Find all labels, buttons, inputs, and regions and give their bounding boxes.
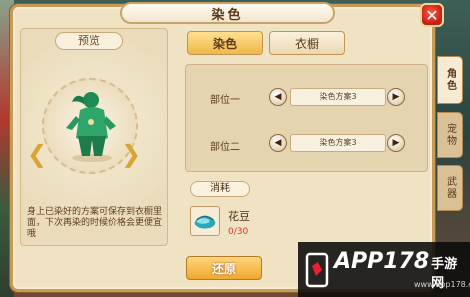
- window-title: 染色: [211, 7, 244, 23]
- item-count: 0/30: [228, 227, 249, 237]
- item-slot[interactable]: [190, 206, 220, 236]
- part-2-prev-button[interactable]: ◀: [269, 134, 287, 152]
- close-button[interactable]: ✕: [420, 3, 444, 27]
- side-tab-weapon[interactable]: 武器: [437, 165, 463, 211]
- part-1-label: 部位一: [210, 95, 240, 106]
- preview-label: 预览: [55, 32, 123, 50]
- watermark-url: www.app178.com: [414, 280, 470, 289]
- character-model[interactable]: [62, 86, 122, 164]
- tab-dye[interactable]: 染色: [187, 31, 263, 55]
- watermark-brand-text: APP178: [333, 248, 430, 274]
- arrow-left-icon: ◀: [274, 138, 282, 148]
- rotate-right-icon[interactable]: ❯: [120, 140, 142, 170]
- rotate-left-icon[interactable]: ❮: [26, 140, 48, 170]
- restore-button[interactable]: 还原: [186, 256, 262, 280]
- arrow-left-icon: ◀: [274, 92, 282, 102]
- part-2-scheme: 染色方案3: [290, 134, 386, 152]
- tab-wardrobe[interactable]: 衣橱: [269, 31, 345, 55]
- watermark: APP178 手游网 www.app178.com: [298, 242, 470, 297]
- part-2-label: 部位二: [210, 142, 240, 153]
- arrow-right-icon: ▶: [392, 92, 400, 102]
- item-name: 花豆: [228, 210, 250, 223]
- cost-label: 消耗: [190, 181, 250, 197]
- part-options-box: [185, 64, 428, 172]
- arrow-right-icon: ▶: [392, 138, 400, 148]
- preview-description: 身上已染好的方案可保存到衣橱里面，下次再染的时候价格会更便宜哦: [27, 207, 163, 239]
- part-1-prev-button[interactable]: ◀: [269, 88, 287, 106]
- side-tab-pet[interactable]: 宠物: [437, 112, 463, 158]
- phone-logo-icon: [305, 252, 329, 287]
- part-1-scheme: 染色方案3: [290, 88, 386, 106]
- side-tab-character[interactable]: 角色: [437, 56, 463, 104]
- title-banner: 染色: [120, 2, 335, 24]
- part-2-next-button[interactable]: ▶: [387, 134, 405, 152]
- close-icon: ✕: [425, 5, 439, 25]
- part-1-next-button[interactable]: ▶: [387, 88, 405, 106]
